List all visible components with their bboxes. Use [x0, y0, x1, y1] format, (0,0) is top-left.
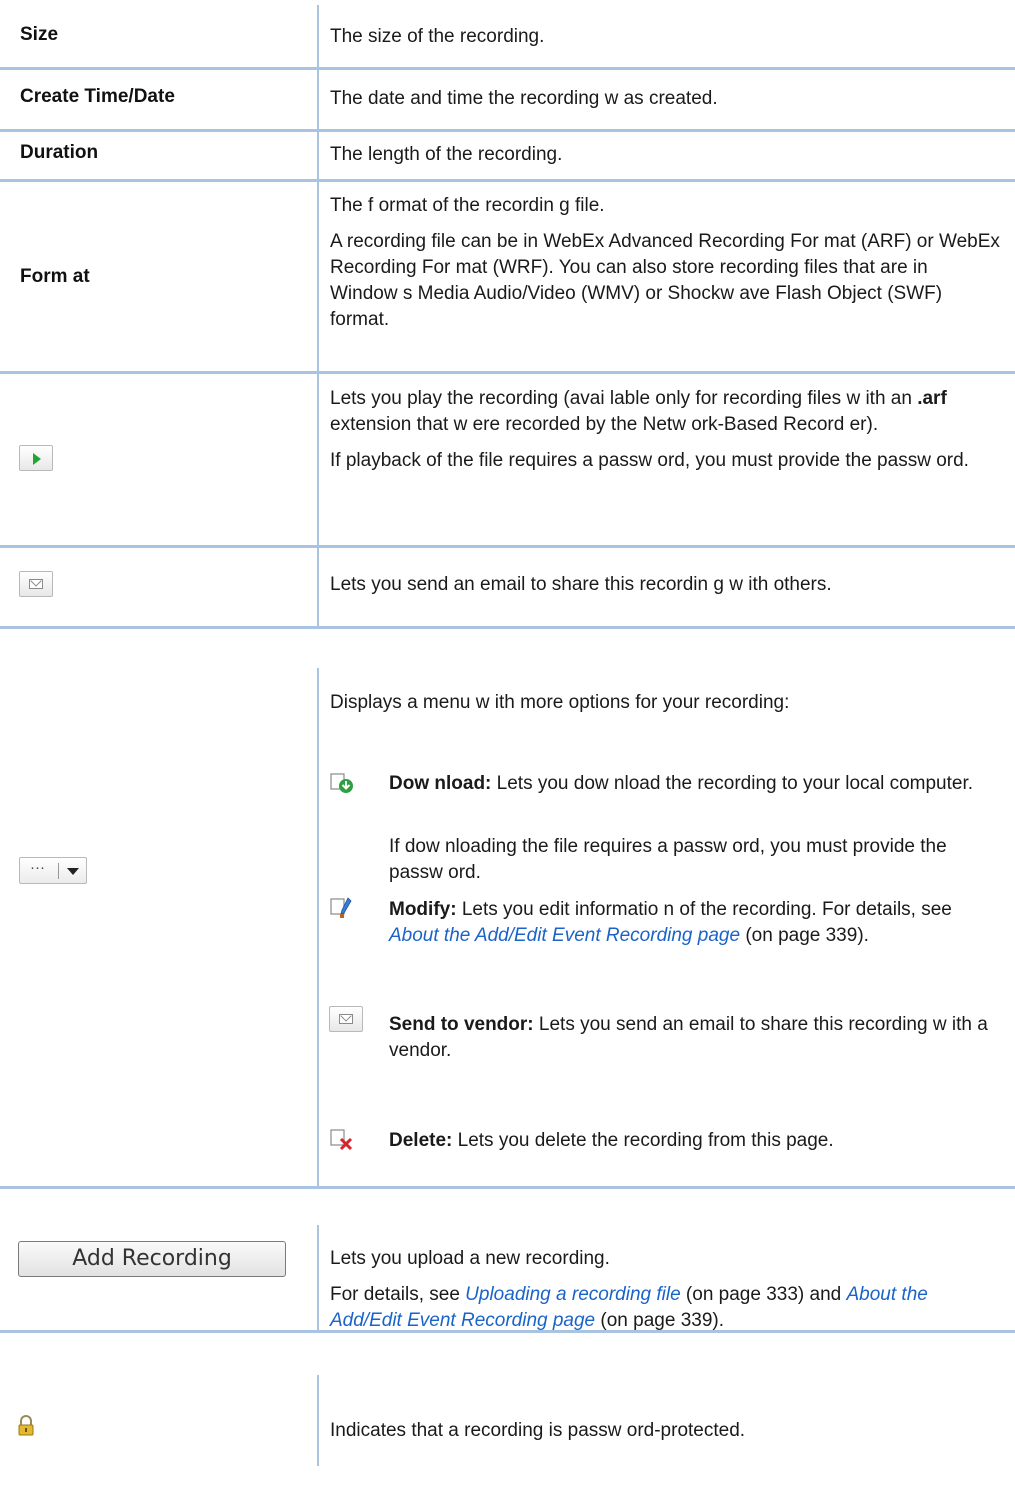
- column-divider: [317, 5, 319, 626]
- row-separator: [0, 626, 1015, 629]
- row-label-create-time: Create Time/Date: [20, 86, 175, 107]
- column-divider: [317, 1375, 319, 1466]
- row-separator: [0, 1186, 1015, 1189]
- play-desc-1: Lets you play the recording (avai lable …: [330, 388, 947, 435]
- download-note: If dow nloading the file requires a pass…: [389, 836, 947, 883]
- modify-item: Modify: Lets you edit informatio n of th…: [389, 899, 952, 946]
- row-separator: [0, 1330, 1015, 1333]
- row-desc-play: Lets you play the recording (avai lable …: [330, 386, 1000, 484]
- envelope-icon: [339, 1014, 353, 1024]
- add-desc-2: For details, see Uploading a recording f…: [330, 1284, 928, 1331]
- more-options-button[interactable]: ···: [19, 857, 87, 884]
- row-separator: [0, 129, 1015, 132]
- button-divider: [58, 863, 59, 879]
- send-to-vendor-button[interactable]: [329, 1006, 363, 1032]
- vendor-item: Send to vendor: Lets you send an email t…: [389, 1014, 988, 1061]
- play-button[interactable]: [19, 445, 53, 471]
- row-desc-lock: Indicates that a recording is passw ord-…: [330, 1420, 746, 1441]
- add-desc-1: Lets you upload a new recording.: [330, 1248, 610, 1269]
- format-desc-2: A recording file can be in WebEx Advance…: [330, 231, 1000, 330]
- download-title: Dow nload:: [389, 773, 492, 794]
- row-separator: [0, 67, 1015, 70]
- play-icon: [33, 453, 41, 465]
- vendor-title: Send to vendor:: [389, 1014, 534, 1035]
- download-icon: [330, 773, 353, 793]
- email-button[interactable]: [19, 571, 53, 597]
- row-desc-create-time: The date and time the recording w as cre…: [330, 88, 718, 109]
- row-separator: [0, 179, 1015, 182]
- column-divider: [317, 1225, 319, 1331]
- column-divider: [317, 668, 319, 1188]
- delete-icon: [330, 1129, 353, 1151]
- add-edit-recording-link[interactable]: About the Add/Edit Event Recording page: [389, 925, 740, 946]
- add-recording-button[interactable]: Add Recording: [18, 1241, 286, 1277]
- format-desc-1: The f ormat of the recordin g file.: [330, 195, 605, 216]
- row-desc-size: The size of the recording.: [330, 26, 545, 47]
- modify-icon: [330, 897, 352, 918]
- play-desc-2: If playback of the file requires a passw…: [330, 450, 969, 471]
- uploading-recording-link[interactable]: Uploading a recording file: [465, 1284, 680, 1305]
- row-desc-email: Lets you send an email to share this rec…: [330, 574, 832, 595]
- delete-title: Delete:: [389, 1130, 453, 1151]
- row-separator: [0, 371, 1015, 374]
- row-label-format: Form at: [20, 266, 90, 287]
- row-separator: [0, 545, 1015, 548]
- lock-icon: [18, 1415, 34, 1436]
- row-desc-duration: The length of the recording.: [330, 144, 563, 165]
- more-intro: Displays a menu w ith more options for y…: [330, 692, 790, 713]
- delete-item: Delete: Lets you delete the recording fr…: [389, 1130, 834, 1151]
- modify-title: Modify:: [389, 899, 457, 920]
- envelope-icon: [29, 579, 43, 589]
- ellipsis-icon: ···: [30, 859, 45, 876]
- chevron-down-icon: [67, 868, 79, 875]
- row-label-size: Size: [20, 24, 59, 45]
- download-item: Dow nload: Lets you dow nload the record…: [389, 773, 974, 794]
- row-label-duration: Duration: [20, 142, 99, 163]
- row-desc-format: The f ormat of the recordin g file. A re…: [330, 193, 1000, 343]
